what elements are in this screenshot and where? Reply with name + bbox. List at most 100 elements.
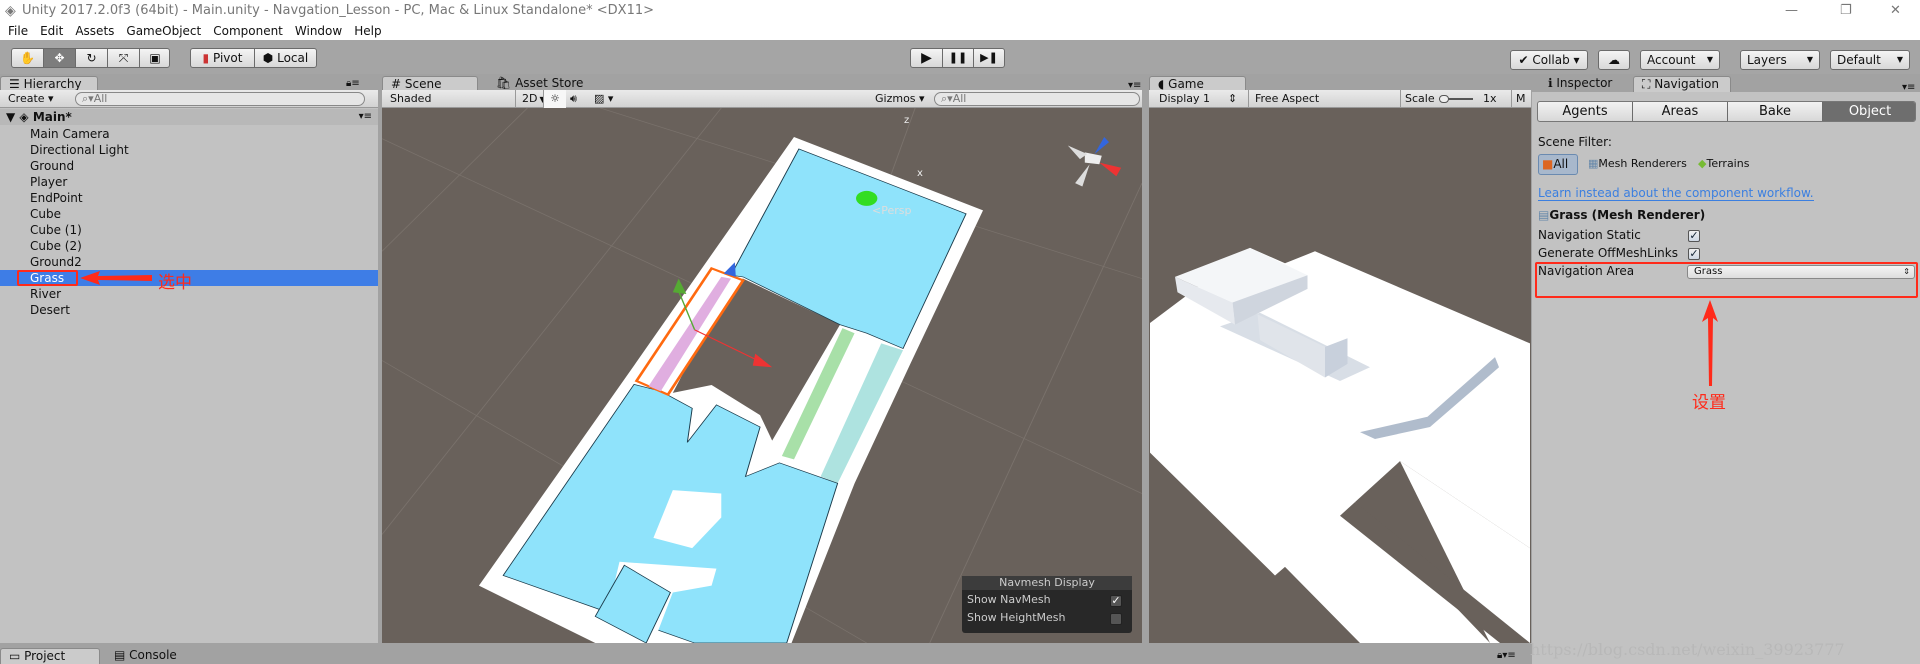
create-dropdown[interactable]: Create ▾	[8, 90, 54, 108]
show-heightmesh-checkbox[interactable]	[1110, 613, 1122, 625]
filter-label: Mesh Renderers	[1598, 157, 1687, 170]
lighting-toggle[interactable]: ☼	[544, 90, 566, 108]
annotation-selected-label: 选中	[158, 273, 192, 293]
menu-assets[interactable]: Assets	[75, 24, 114, 38]
restore-button[interactable]: ❐	[1840, 0, 1852, 22]
hierarchy-item[interactable]: Cube	[30, 206, 61, 222]
scene-root-row[interactable]: ▼ ◈ Main* ▾≡	[0, 109, 378, 125]
play-button[interactable]: ▶	[911, 49, 943, 67]
tab-console[interactable]: ▤ Console	[106, 648, 206, 664]
scale-slider[interactable]	[1439, 95, 1473, 103]
scale-slider-thumb[interactable]	[1439, 95, 1449, 103]
rotate-tool-button[interactable]: ↻	[76, 49, 108, 67]
aspect-dropdown[interactable]: Free Aspect	[1249, 90, 1401, 108]
filter-label: All	[1553, 157, 1569, 171]
perspective-label[interactable]: <Persp	[872, 204, 911, 217]
filter-mesh-renderers-button[interactable]: ▦Mesh Renderers	[1588, 157, 1687, 170]
nav-tab-object[interactable]: Object	[1823, 102, 1915, 121]
local-icon: ⬢	[262, 51, 274, 65]
lock-icon[interactable]: 🔒︎≡	[346, 78, 360, 89]
menu-window[interactable]: Window	[295, 24, 342, 38]
nav-tabs: Agents Areas Bake Object	[1537, 101, 1916, 122]
hierarchy-item[interactable]: Cube (2)	[30, 238, 82, 254]
menu-gameobject[interactable]: GameObject	[126, 24, 201, 38]
axis-x-label: x	[917, 168, 923, 179]
hierarchy-item[interactable]: EndPoint	[30, 190, 83, 206]
collab-button[interactable]: ✔ Collab ▾	[1510, 50, 1588, 70]
step-button[interactable]: ▶❚	[974, 49, 1004, 67]
show-navmesh-checkbox[interactable]: ✓	[1110, 595, 1122, 607]
tab-project[interactable]: ▭ Project	[0, 648, 100, 664]
chevron-down-icon: ▼	[1896, 55, 1903, 64]
hierarchy-item[interactable]: Desert	[30, 302, 70, 318]
show-heightmesh-label: Show HeightMesh	[967, 611, 1066, 624]
display-dropdown[interactable]: Display 1 ⇕	[1159, 90, 1249, 108]
gizmos-dropdown[interactable]: Gizmos ▾	[875, 90, 925, 108]
window-title-bar: ◈ Unity 2017.2.0f3 (64bit) - Main.unity …	[0, 0, 1920, 22]
filter-all-button[interactable]: ■All	[1538, 154, 1578, 175]
scene-toolbar: Shaded ▼ 2D ☼ 🔊︎ ▨ ▾ Gizmos ▾ ⌕▾All	[382, 90, 1142, 108]
menu-component[interactable]: Component	[213, 24, 283, 38]
scene-view[interactable]: z x <Persp Navmesh Display Show NavMesh …	[382, 108, 1142, 643]
nav-tab-bake[interactable]: Bake	[1728, 102, 1823, 121]
create-label: Create	[8, 92, 45, 105]
game-toolbar: Display 1 ⇕ Free Aspect Scale 1x M	[1149, 90, 1531, 108]
game-canvas	[1150, 247, 1530, 643]
hierarchy-item[interactable]: River	[30, 286, 61, 302]
console-icon: ▤	[114, 648, 130, 662]
scene-menu-icon[interactable]: ▾≡	[359, 109, 372, 125]
collab-label: Collab ▾	[1532, 53, 1580, 67]
rect-tool-button[interactable]: ▣	[140, 49, 170, 67]
local-button[interactable]: ⬢ Local	[255, 49, 316, 67]
list-icon: ☰	[9, 77, 24, 91]
menu-help[interactable]: Help	[354, 24, 381, 38]
layout-dropdown[interactable]: Default ▼	[1830, 50, 1910, 70]
hierarchy-item[interactable]: Player	[30, 174, 67, 190]
nav-tab-agents[interactable]: Agents	[1538, 102, 1633, 121]
menu-file[interactable]: File	[8, 24, 28, 38]
filter-terrains-button[interactable]: ◆Terrains	[1698, 157, 1749, 170]
hierarchy-item[interactable]: Directional Light	[30, 142, 129, 158]
hierarchy-item[interactable]: Cube (1)	[30, 222, 82, 238]
nav-tab-areas[interactable]: Areas	[1633, 102, 1728, 121]
component-workflow-link[interactable]: Learn instead about the component workfl…	[1538, 186, 1814, 201]
audio-toggle[interactable]: 🔊︎	[570, 90, 577, 108]
layers-dropdown[interactable]: Layers ▼	[1740, 50, 1820, 70]
2d-toggle[interactable]: 2D	[515, 90, 545, 108]
cloud-icon: ☁	[1608, 53, 1620, 67]
check-circle-icon: ✔	[1518, 53, 1529, 67]
cloud-button[interactable]: ☁	[1598, 50, 1630, 70]
navigation-static-checkbox[interactable]: ✓	[1688, 230, 1700, 242]
hierarchy-item[interactable]: Main Camera	[30, 126, 110, 142]
persp-text: Persp	[881, 204, 912, 217]
scale-label: Scale	[1405, 92, 1435, 105]
tab-label: Game	[1168, 77, 1204, 91]
hierarchy-search-input[interactable]: ⌕▾All	[75, 92, 365, 106]
hierarchy-item[interactable]: Ground2	[30, 254, 82, 270]
tab-label: Project	[24, 649, 66, 663]
effects-dropdown[interactable]: ▨ ▾	[594, 90, 613, 108]
pivot-icon: ▮	[202, 51, 210, 65]
tab-inspector[interactable]: ℹ Inspector	[1540, 76, 1632, 92]
scale-icon: ⤧	[118, 51, 129, 65]
pause-button[interactable]: ❚❚	[943, 49, 974, 67]
account-dropdown[interactable]: Account ▼	[1640, 50, 1720, 70]
pivot-button[interactable]: ▮ Pivot	[191, 49, 255, 67]
hand-tool-button[interactable]: ✋	[12, 49, 44, 67]
lock-icon[interactable]: 🔒︎▾≡	[1497, 650, 1516, 661]
move-icon: ✥	[54, 51, 65, 65]
close-button[interactable]: ✕	[1890, 0, 1901, 22]
scale-tool-button[interactable]: ⤧	[108, 49, 140, 67]
tab-navigation[interactable]: ⛶ Navigation	[1633, 76, 1731, 92]
orientation-gizmo[interactable]	[1067, 137, 1122, 187]
move-tool-button[interactable]: ✥	[44, 49, 76, 67]
generate-offmeshlinks-checkbox[interactable]: ✓	[1688, 248, 1700, 260]
minimize-button[interactable]: —	[1785, 0, 1798, 22]
scene-search-input[interactable]: ⌕▾All	[934, 92, 1140, 106]
y-arrow-icon[interactable]	[672, 278, 687, 294]
store-icon: 🛍︎	[496, 76, 516, 90]
menu-edit[interactable]: Edit	[40, 24, 63, 38]
maximize-on-play-toggle[interactable]: M	[1511, 90, 1526, 108]
display-label: Display 1	[1159, 92, 1211, 105]
hierarchy-item[interactable]: Ground	[30, 158, 74, 174]
